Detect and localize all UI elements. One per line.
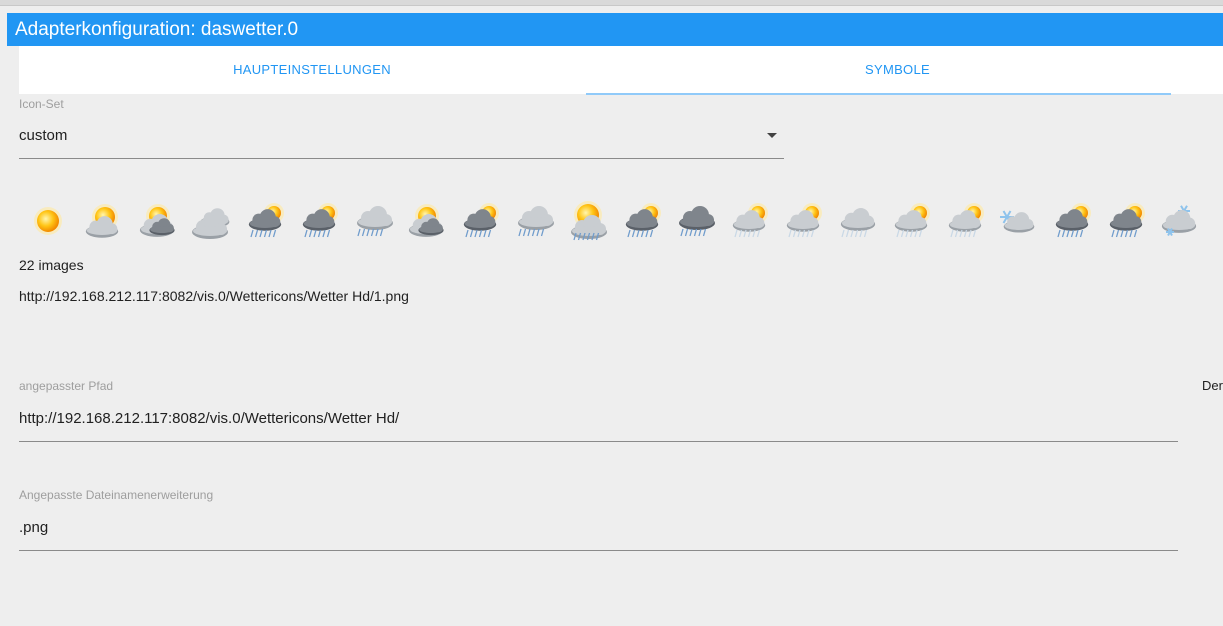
preview-path: http://192.168.212.117:8082/vis.0/Wetter… bbox=[19, 288, 409, 304]
rain-cloud-icon bbox=[510, 199, 556, 245]
active-tab-indicator bbox=[586, 93, 1171, 95]
dropdown-arrow-icon[interactable] bbox=[767, 133, 777, 138]
rain-sun-icon bbox=[618, 199, 664, 245]
icon-set-select[interactable]: custom bbox=[19, 127, 67, 144]
icon-set-label: Icon-Set bbox=[19, 97, 64, 111]
storm-rain-icon bbox=[672, 199, 718, 245]
rain-sun-icon bbox=[1102, 199, 1148, 245]
side-hint-text: Der bbox=[1202, 378, 1223, 393]
tab-haupteinstellungen[interactable]: HAUPTEINSTELLUNGEN bbox=[19, 46, 605, 94]
file-extension-underline bbox=[19, 550, 1178, 551]
file-extension-input[interactable]: .png bbox=[19, 519, 48, 536]
sun-cloud-icon bbox=[80, 199, 126, 245]
rain-sun-icon bbox=[456, 199, 502, 245]
rain-sun-icon bbox=[241, 199, 287, 245]
sun-clouds-icon bbox=[403, 199, 449, 245]
custom-path-label: angepasster Pfad bbox=[19, 379, 114, 393]
sun-icon bbox=[26, 199, 72, 245]
light-rain-sun-icon bbox=[725, 199, 771, 245]
window-top-edge bbox=[0, 0, 1223, 6]
custom-path-underline bbox=[19, 441, 1178, 442]
light-rain-sun-icon bbox=[887, 199, 933, 245]
rain-cloud-icon bbox=[349, 199, 395, 245]
light-rain-cloud-icon bbox=[833, 199, 879, 245]
dialog-title: Adapterkonfiguration: daswetter.0 bbox=[7, 13, 1223, 46]
light-rain-sun-icon bbox=[941, 199, 987, 245]
snow-icon bbox=[994, 199, 1040, 245]
custom-path-input[interactable]: http://192.168.212.117:8082/vis.0/Wetter… bbox=[19, 410, 399, 427]
sun-clouds-icon bbox=[134, 199, 180, 245]
snow-cloud-icon bbox=[1156, 199, 1202, 245]
images-count: 22 images bbox=[19, 257, 84, 273]
tab-bar: HAUPTEINSTELLUNGEN SYMBOLE bbox=[19, 46, 1223, 94]
sun-rain-icon bbox=[564, 199, 610, 245]
clouds-icon bbox=[187, 199, 233, 245]
icon-set-underline bbox=[19, 158, 784, 159]
file-extension-label: Angepasste Dateinamenerweiterung bbox=[19, 488, 214, 502]
rain-sun-icon bbox=[1048, 199, 1094, 245]
light-rain-sun-icon bbox=[779, 199, 825, 245]
rain-sun-icon bbox=[295, 199, 341, 245]
weather-icons-preview bbox=[26, 199, 1223, 245]
tab-symbole[interactable]: SYMBOLE bbox=[605, 46, 1190, 94]
